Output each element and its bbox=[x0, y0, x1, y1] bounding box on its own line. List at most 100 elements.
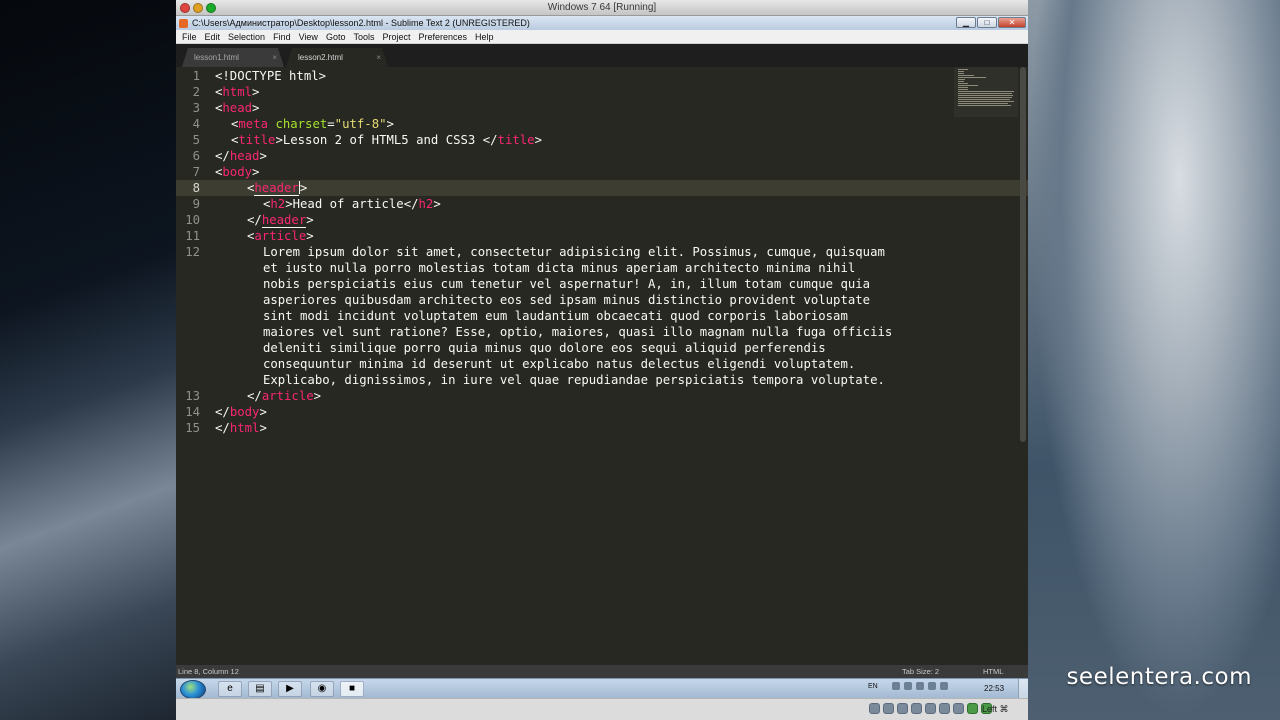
line-number: 10 bbox=[185, 213, 200, 227]
line-number: 12 bbox=[185, 245, 200, 259]
desktop-background-left bbox=[0, 0, 176, 720]
menubar: File Edit Selection Find View Goto Tools… bbox=[176, 30, 1028, 44]
windows-taskbar: e ▤ ▶ ◉ ■ EN 22:53 bbox=[176, 678, 1028, 699]
usb-device-icon[interactable] bbox=[897, 703, 908, 714]
tag-name: meta bbox=[238, 117, 269, 131]
code-line-7: <body> bbox=[215, 165, 260, 179]
code-line-12-row: nobis perspiciatis eius cum tenetur vel … bbox=[263, 277, 871, 291]
action-center-icon[interactable] bbox=[903, 682, 912, 690]
menu-tools[interactable]: Tools bbox=[349, 32, 378, 42]
menu-file[interactable]: File bbox=[178, 32, 201, 42]
clock[interactable]: 22:53 bbox=[984, 684, 1004, 693]
line-number: 3 bbox=[192, 101, 200, 115]
tag-name: article bbox=[254, 229, 307, 243]
close-button[interactable]: ✕ bbox=[998, 17, 1026, 28]
code-line-15: </html> bbox=[215, 421, 267, 435]
line-number: 8 bbox=[192, 181, 200, 195]
minimap[interactable] bbox=[954, 67, 1018, 117]
syntax-mode[interactable]: HTML bbox=[983, 667, 1003, 676]
vm-window: Windows 7 64 [Running] C:\Users\Админист… bbox=[176, 0, 1028, 720]
hdd-icon[interactable] bbox=[869, 703, 880, 714]
code-line-12-row: asperiores quibusdam architecto eos sed … bbox=[263, 293, 871, 307]
chrome-icon[interactable]: ◉ bbox=[310, 681, 334, 697]
minimize-button[interactable]: ▁ bbox=[956, 17, 976, 28]
menu-preferences[interactable]: Preferences bbox=[414, 32, 471, 42]
tab-lesson2[interactable]: lesson2.html × bbox=[286, 48, 388, 67]
capture-icon[interactable] bbox=[953, 703, 964, 714]
media-player-icon[interactable]: ▶ bbox=[278, 681, 302, 697]
line-number: 13 bbox=[185, 389, 200, 403]
watermark: seelentera.com bbox=[1066, 664, 1252, 690]
menu-selection[interactable]: Selection bbox=[224, 32, 269, 42]
menu-edit[interactable]: Edit bbox=[201, 32, 225, 42]
sublime-taskbar-icon[interactable]: ■ bbox=[340, 681, 364, 697]
display-settings-icon[interactable] bbox=[925, 703, 936, 714]
line-number: 14 bbox=[185, 405, 200, 419]
tab-size[interactable]: Tab Size: 2 bbox=[902, 667, 939, 676]
line-number: 5 bbox=[192, 133, 200, 147]
language-indicator[interactable]: EN bbox=[868, 683, 878, 690]
usb-icon[interactable] bbox=[915, 682, 924, 690]
tag-name: head bbox=[229, 149, 260, 163]
code-editor[interactable]: 1 2 3 4 5 6 7 8 9 10 11 12 13 14 15 <!DO… bbox=[176, 67, 1028, 665]
menu-find[interactable]: Find bbox=[269, 32, 295, 42]
menu-view[interactable]: View bbox=[295, 32, 322, 42]
doctype: <!DOCTYPE html> bbox=[215, 69, 327, 83]
line-number: 4 bbox=[192, 117, 200, 131]
close-tab-icon[interactable]: × bbox=[376, 53, 381, 62]
network-adapter-icon[interactable] bbox=[939, 703, 950, 714]
line-number: 7 bbox=[192, 165, 200, 179]
code-line-9: <h2>Head of article</h2> bbox=[263, 197, 441, 211]
app-titlebar: C:\Users\Администратор\Desktop\lesson2.h… bbox=[176, 16, 1028, 30]
tab-bar: lesson1.html × lesson2.html × bbox=[176, 44, 1028, 67]
code-line-13: </article> bbox=[247, 389, 322, 403]
title-text: Lesson 2 of HTML5 and CSS3 bbox=[282, 133, 483, 147]
cursor-position: Line 8, Column 12 bbox=[178, 667, 239, 676]
vm-zoom-button[interactable] bbox=[206, 2, 216, 13]
optical-drive-icon[interactable] bbox=[883, 703, 894, 714]
tag-name: article bbox=[261, 389, 314, 403]
code-line-14: </body> bbox=[215, 405, 267, 419]
code-line-11: <article> bbox=[247, 229, 314, 243]
host-key-label: Left ⌘ bbox=[982, 704, 1009, 714]
menu-goto[interactable]: Goto bbox=[322, 32, 350, 42]
code-area[interactable]: <!DOCTYPE html> <html> <head> <meta char… bbox=[214, 67, 1028, 665]
explorer-icon[interactable]: ▤ bbox=[248, 681, 272, 697]
code-line-12-row: maiores vel sunt ratione? Esse, optio, m… bbox=[263, 325, 893, 339]
start-button[interactable] bbox=[180, 680, 206, 699]
ie-icon[interactable]: e bbox=[218, 681, 242, 697]
tag-name: body bbox=[229, 405, 260, 419]
status-bar: Line 8, Column 12 Tab Size: 2 HTML bbox=[176, 665, 1028, 678]
vm-minimize-button[interactable] bbox=[193, 2, 203, 13]
tag-name: title bbox=[497, 133, 535, 147]
text-cursor bbox=[298, 181, 300, 194]
line-number: 15 bbox=[185, 421, 200, 435]
maximize-button[interactable]: □ bbox=[977, 17, 997, 28]
tag-name: h2 bbox=[418, 197, 434, 211]
close-tab-icon[interactable]: × bbox=[272, 53, 277, 62]
vertical-scrollbar[interactable] bbox=[1020, 67, 1026, 442]
code-line-4: <meta charset="utf-8"> bbox=[231, 117, 394, 131]
menu-help[interactable]: Help bbox=[471, 32, 498, 42]
vm-close-button[interactable] bbox=[180, 2, 190, 13]
tag-name: head bbox=[222, 101, 253, 115]
shared-folder-icon[interactable] bbox=[911, 703, 922, 714]
speaker-icon[interactable] bbox=[939, 682, 948, 690]
code-line-12-row: et iusto nulla porro molestias totam dic… bbox=[263, 261, 856, 275]
attr-value: "utf-8" bbox=[334, 117, 387, 131]
tab-label: lesson1.html bbox=[194, 53, 239, 62]
sublime-icon bbox=[179, 18, 188, 28]
tag-name: h2 bbox=[270, 197, 286, 211]
mouse-integration-icon[interactable] bbox=[967, 703, 978, 714]
show-desktop-button[interactable] bbox=[1018, 679, 1028, 699]
code-line-6: </head> bbox=[215, 149, 267, 163]
display-icon[interactable] bbox=[927, 682, 936, 690]
code-line-10: </header> bbox=[247, 213, 314, 228]
tag-name: body bbox=[222, 165, 253, 179]
code-line-1: <!DOCTYPE html> bbox=[215, 68, 326, 84]
h2-text: Head of article bbox=[292, 197, 404, 211]
code-line-12-row: deleniti similique porro quia minus quo … bbox=[263, 341, 826, 355]
menu-project[interactable]: Project bbox=[378, 32, 414, 42]
tab-lesson1[interactable]: lesson1.html × bbox=[182, 48, 284, 67]
network-icon[interactable] bbox=[891, 682, 900, 690]
